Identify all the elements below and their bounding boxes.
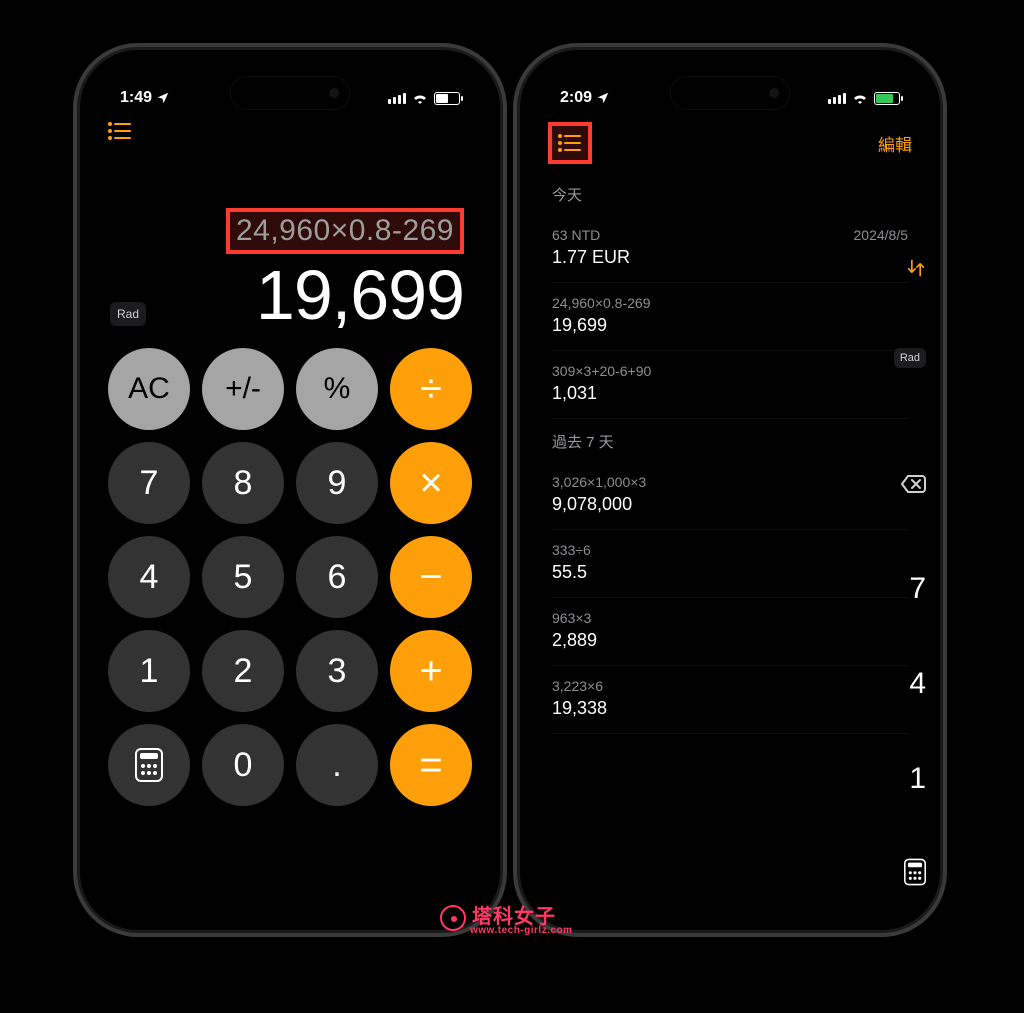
history-expr: 963×3 bbox=[552, 610, 591, 626]
key-ac[interactable]: AC bbox=[108, 348, 190, 430]
key-plus-minus[interactable]: +/- bbox=[202, 348, 284, 430]
rad-badge[interactable]: Rad bbox=[110, 302, 146, 326]
key-4[interactable]: 4 bbox=[108, 536, 190, 618]
history-item[interactable]: 63 NTD 2024/8/5 1.77 EUR bbox=[552, 215, 908, 283]
swap-icon bbox=[906, 258, 926, 278]
screen-history: 2:09 bbox=[532, 62, 928, 918]
phone-frame-left: 1:49 bbox=[80, 50, 500, 930]
location-arrow-icon bbox=[596, 91, 610, 105]
history-result: 1.77 EUR bbox=[552, 247, 908, 268]
history-list-button[interactable] bbox=[558, 134, 582, 152]
watermark: 塔科女子 www.tech-girlz.com bbox=[440, 900, 573, 936]
history-result: 55.5 bbox=[552, 562, 908, 583]
history-result: 9,078,000 bbox=[552, 494, 908, 515]
history-topbar: 編輯 bbox=[532, 116, 928, 172]
key-equals[interactable]: = bbox=[390, 724, 472, 806]
status-time: 1:49 bbox=[120, 89, 152, 107]
watermark-icon bbox=[440, 905, 466, 931]
dynamic-island bbox=[230, 76, 350, 110]
key-1[interactable]: 1 bbox=[108, 630, 190, 712]
history-result: 19,338 bbox=[552, 698, 908, 719]
key-percent[interactable]: % bbox=[296, 348, 378, 430]
list-icon bbox=[558, 134, 582, 152]
key-2[interactable]: 2 bbox=[202, 630, 284, 712]
history-expr: 24,960×0.8-269 bbox=[552, 295, 650, 311]
history-date: 2024/8/5 bbox=[854, 227, 909, 243]
wifi-icon bbox=[412, 92, 428, 104]
history-result: 1,031 bbox=[552, 383, 908, 404]
history-result: 2,889 bbox=[552, 630, 908, 651]
watermark-url: www.tech-girlz.com bbox=[470, 925, 573, 936]
key-7[interactable]: 7 bbox=[108, 442, 190, 524]
key-dot[interactable]: . bbox=[296, 724, 378, 806]
key-3[interactable]: 3 bbox=[296, 630, 378, 712]
key-minus[interactable]: − bbox=[390, 536, 472, 618]
calculator-display: 24,960×0.8-269 19,699 Rad bbox=[92, 148, 488, 338]
history-item[interactable]: 309×3+20-6+90 1,031 bbox=[552, 351, 908, 419]
battery-icon bbox=[434, 92, 460, 105]
edit-button[interactable]: 編輯 bbox=[878, 131, 912, 156]
history-item[interactable]: 963×3 2,889 bbox=[552, 598, 908, 666]
key-plus[interactable]: + bbox=[390, 630, 472, 712]
key-5[interactable]: 5 bbox=[202, 536, 284, 618]
dynamic-island bbox=[670, 76, 790, 110]
key-divide[interactable]: ÷ bbox=[390, 348, 472, 430]
keypad: AC +/- % ÷ 7 8 9 × 4 5 6 − 1 2 3 + bbox=[92, 338, 488, 830]
key-0[interactable]: 0 bbox=[202, 724, 284, 806]
history-item[interactable]: 3,223×6 19,338 bbox=[552, 666, 908, 734]
peek-key-1: 1 bbox=[909, 762, 926, 796]
screen-calculator: 1:49 bbox=[92, 62, 488, 918]
history-expr: 3,026×1,000×3 bbox=[552, 474, 646, 490]
expression-highlight: 24,960×0.8-269 bbox=[226, 208, 464, 254]
section-title-today: 今天 bbox=[552, 184, 908, 205]
key-calculator-mode[interactable] bbox=[108, 724, 190, 806]
history-expr: 3,223×6 bbox=[552, 678, 603, 694]
battery-charging-icon bbox=[874, 92, 900, 105]
calculator-grid-icon bbox=[135, 748, 163, 782]
key-8[interactable]: 8 bbox=[202, 442, 284, 524]
key-multiply[interactable]: × bbox=[390, 442, 472, 524]
phone-frame-right: 2:09 bbox=[520, 50, 940, 930]
history-result: 19,699 bbox=[552, 315, 908, 336]
history-expr: 333÷6 bbox=[552, 542, 591, 558]
cellular-icon bbox=[828, 92, 846, 104]
wifi-icon bbox=[852, 92, 868, 104]
history-item[interactable]: 333÷6 55.5 bbox=[552, 530, 908, 598]
peek-key-4: 4 bbox=[909, 667, 926, 701]
section-title-past7: 過去 7 天 bbox=[552, 431, 908, 452]
history-expr: 63 NTD bbox=[552, 227, 600, 243]
location-arrow-icon bbox=[156, 91, 170, 105]
history-list-highlight bbox=[548, 122, 592, 164]
cellular-icon bbox=[388, 92, 406, 104]
status-time: 2:09 bbox=[560, 89, 592, 107]
peek-key-7: 7 bbox=[909, 572, 926, 606]
key-9[interactable]: 9 bbox=[296, 442, 378, 524]
result-text[interactable]: 19,699 bbox=[116, 260, 464, 330]
list-icon bbox=[108, 122, 132, 140]
history-item[interactable]: 24,960×0.8-269 19,699 bbox=[552, 283, 908, 351]
key-6[interactable]: 6 bbox=[296, 536, 378, 618]
expression-text[interactable]: 24,960×0.8-269 bbox=[236, 214, 454, 247]
history-item[interactable]: 3,026×1,000×3 9,078,000 bbox=[552, 462, 908, 530]
history-expr: 309×3+20-6+90 bbox=[552, 363, 651, 379]
calculator-topbar bbox=[92, 116, 488, 148]
peek-calculator-icon bbox=[904, 858, 926, 886]
history-list-button[interactable] bbox=[108, 122, 132, 140]
history-list[interactable]: 今天 63 NTD 2024/8/5 1.77 EUR 24,960×0.8-2… bbox=[532, 172, 928, 918]
